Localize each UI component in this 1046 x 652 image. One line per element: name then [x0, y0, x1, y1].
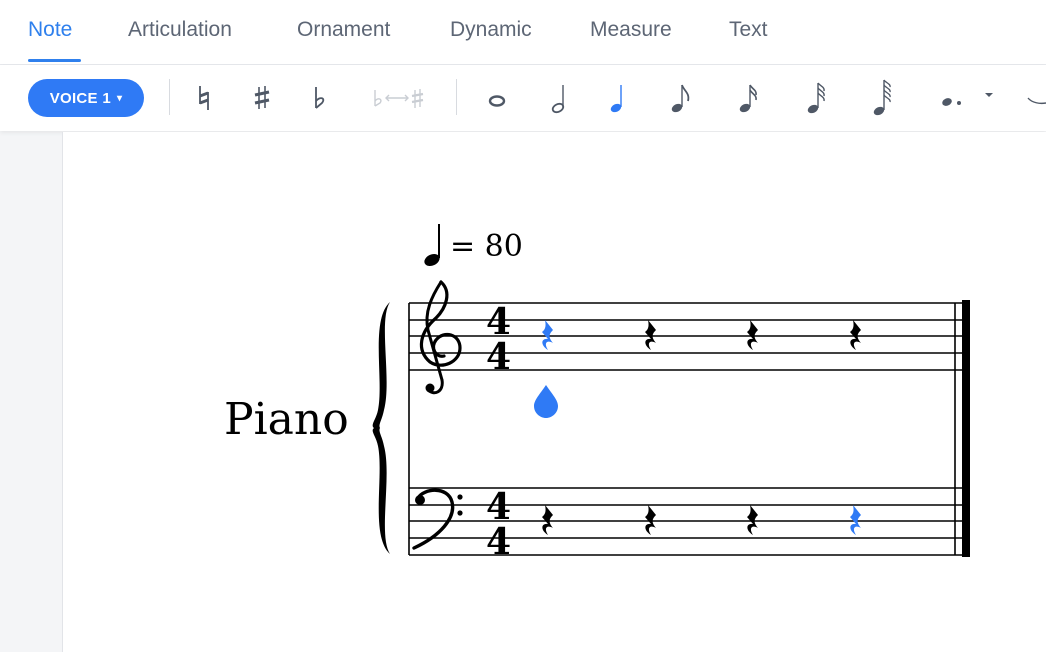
input-cursor-handle[interactable]: [534, 385, 558, 418]
treble-rest-2[interactable]: [645, 320, 656, 350]
treble-rest-4[interactable]: [850, 320, 861, 350]
bass-rest-4-highlighted[interactable]: [850, 505, 861, 535]
final-barline-thick: [962, 300, 970, 557]
treble-rest-1-selected[interactable]: [542, 320, 553, 350]
treble-time-signature-bottom: 4: [486, 336, 511, 378]
score-canvas: 4 4 4 4: [372, 280, 970, 563]
bass-rest-2[interactable]: [645, 505, 656, 535]
treble-rest-3[interactable]: [747, 320, 758, 350]
bass-rest-3[interactable]: [747, 505, 758, 535]
bass-clef-icon: [412, 488, 463, 550]
bass-rest-1[interactable]: [542, 505, 553, 535]
grand-staff-brace: [372, 302, 390, 554]
treble-clef-dot: [425, 383, 435, 393]
bass-time-signature-bottom: 4: [486, 521, 511, 563]
treble-clef-icon: [419, 280, 462, 395]
